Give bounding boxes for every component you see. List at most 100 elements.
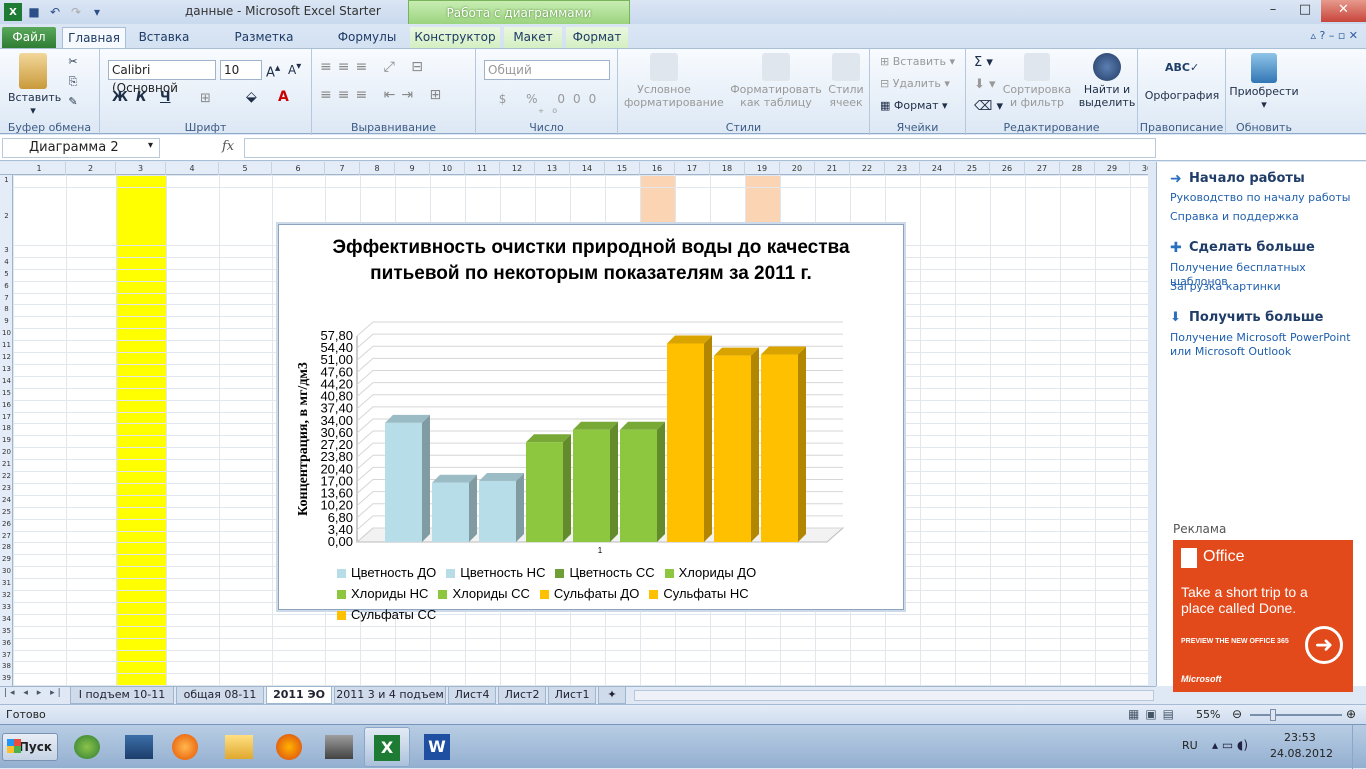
help-link[interactable]: Справка и поддержка [1170, 210, 1360, 224]
worksheet-grid[interactable]: 1 2 3 4 5 6 7 8 9 10 11 12 13 14 15 16 17 18 19 20 21 22 23 24 2… [0, 162, 1148, 686]
conditional-format-button[interactable]: Условное форматирование [624, 53, 724, 109]
underline-button[interactable]: Ч [160, 90, 171, 105]
customize-qa-icon[interactable]: ▾ [88, 3, 106, 21]
app-icon[interactable] [116, 727, 162, 767]
sort-filter-button[interactable]: Сортировка и фильтр [1002, 53, 1072, 109]
bold-button[interactable]: Ж [112, 90, 128, 105]
format-cells-button[interactable]: ▦ Формат ▾ [880, 99, 948, 112]
sheet-tab[interactable]: общая 08-11 [176, 687, 264, 704]
messenger-icon[interactable] [64, 727, 110, 767]
tab-format[interactable]: Формат [566, 27, 628, 48]
sheet-tab[interactable]: 2011 3 и 4 подъем [334, 687, 446, 704]
font-size-combo[interactable]: 10 [220, 60, 262, 80]
buy-button[interactable]: Приобрести ▾ [1228, 53, 1300, 111]
tab-design[interactable]: Конструктор [410, 27, 500, 48]
find-select-label: Найти и выделить [1078, 83, 1136, 109]
name-box-dropdown-icon[interactable]: ▾ [148, 140, 153, 151]
format-as-table-button[interactable]: Форматировать как таблицу [730, 53, 822, 109]
minimize-button[interactable]: – [1257, 0, 1289, 22]
cell-styles-button[interactable]: Стили ячеек [824, 53, 868, 109]
insert-function-button[interactable]: fx [222, 139, 234, 154]
tab-file[interactable]: Файл [2, 27, 56, 48]
redo-icon[interactable]: ↷ [67, 3, 85, 21]
firefox-icon[interactable] [266, 727, 312, 767]
new-sheet-icon[interactable]: ✦ [598, 687, 626, 704]
legend-swatch [555, 569, 565, 579]
clear-icon[interactable]: ⌫ ▾ [974, 99, 1003, 114]
copy-icon[interactable]: ⎘ [64, 75, 82, 89]
cut-icon[interactable]: ✂ [64, 55, 82, 68]
ad-banner[interactable]: Office Take a short trip to a place call… [1173, 540, 1353, 692]
format-painter-icon[interactable]: ✎ [64, 95, 82, 108]
maximize-button[interactable]: □ [1289, 0, 1321, 22]
clock-time[interactable]: 23:53 [1284, 731, 1316, 744]
borders-icon[interactable]: ⊞ [200, 91, 211, 106]
tab-formulas[interactable]: Формулы [332, 27, 402, 48]
excel-icon[interactable]: X [4, 3, 22, 21]
autosum-icon[interactable]: Σ ▾ [974, 55, 993, 70]
fill-color-icon[interactable]: ⬙ [246, 89, 257, 105]
number-format-combo[interactable]: Общий [484, 60, 610, 80]
sheet-tab[interactable]: Лист2 [498, 687, 546, 704]
zoom-in-icon[interactable]: ⊕ [1346, 707, 1356, 721]
align-horizontal-icons[interactable]: ≡≡≡ ⇤⇥ ⊞ [320, 87, 447, 103]
close-button[interactable]: ✕ [1321, 0, 1366, 22]
sheet-tab[interactable]: Лист1 [548, 687, 596, 704]
view-buttons-icons[interactable]: ▦▣▤ [1128, 707, 1180, 721]
find-select-button[interactable]: Найти и выделить [1076, 53, 1138, 109]
undo-icon[interactable]: ↶ [46, 3, 64, 21]
zoom-out-icon[interactable]: ⊖ [1232, 707, 1242, 721]
italic-button[interactable]: К [136, 90, 147, 105]
help-icon[interactable]: ▵ ? – ▫ ✕ [1310, 29, 1358, 42]
delete-cells-button[interactable]: ⊟ Удалить ▾ [880, 77, 950, 90]
zoom-slider[interactable] [1250, 714, 1342, 716]
spelling-button[interactable]: ABC✓ Орфография [1142, 53, 1222, 102]
grow-font-icon[interactable]: A▴ [266, 61, 280, 80]
start-button[interactable]: Пуск [2, 733, 58, 761]
sheet-tab[interactable]: Лист4 [448, 687, 496, 704]
language-indicator[interactable]: RU [1182, 739, 1198, 752]
show-desktop-button[interactable] [1352, 725, 1366, 769]
word-taskbar-icon[interactable]: W [414, 727, 460, 767]
tab-layout[interactable]: Макет [504, 27, 562, 48]
align-top-icons[interactable]: ≡≡≡ ⤢ ⊟ [320, 59, 429, 75]
tab-insert[interactable]: Вставка [132, 27, 196, 48]
formula-input[interactable] [244, 138, 1156, 158]
font-color-icon[interactable]: A [278, 89, 289, 105]
tab-page-layout[interactable]: Разметка страницы [202, 27, 326, 64]
font-name-combo[interactable]: Calibri (Основной [108, 60, 216, 95]
clipart-link[interactable]: Загрузка картинки [1170, 280, 1360, 294]
legend-swatch [337, 611, 346, 621]
horizontal-scrollbar[interactable] [634, 690, 1154, 701]
tray-icons[interactable]: ▴ ▭ ◖) [1212, 738, 1248, 752]
shrink-font-icon[interactable]: A▾ [288, 61, 301, 77]
sheet-tab-active[interactable]: 2011 ЭО [266, 687, 332, 704]
guide-link[interactable]: Руководство по началу работы [1170, 191, 1360, 205]
gridline [356, 333, 843, 349]
zoom-thumb[interactable] [1270, 709, 1276, 721]
chart[interactable]: Эффективность очистки природной воды до … [278, 224, 904, 622]
explorer-icon[interactable] [216, 727, 262, 767]
tab-home[interactable]: Главная [62, 27, 126, 48]
save-icon[interactable]: ■ [25, 3, 43, 21]
paste-button[interactable]: Вставить ▾ [8, 53, 61, 117]
gridline [66, 175, 67, 686]
gridline [356, 479, 843, 494]
name-box[interactable]: Диаграмма 2 [2, 138, 160, 158]
media-player-icon[interactable] [162, 727, 208, 767]
excel-taskbar-icon[interactable]: X [364, 727, 410, 767]
insert-cells-button[interactable]: ⊞ Вставить ▾ [880, 55, 955, 68]
column-header: 21 [815, 162, 850, 175]
clock-date[interactable]: 24.08.2012 [1270, 747, 1333, 760]
sheet-tab[interactable]: I подъем 10-11 [70, 687, 174, 704]
number-format-icons[interactable]: $ % 000 ⁺⁰ [486, 92, 617, 120]
bar-top [620, 421, 665, 430]
row-header: 26 [2, 519, 11, 528]
scanner-icon[interactable] [316, 727, 362, 767]
sheet-nav-icons[interactable]: |◂ ◂ ▸ ▸| [4, 688, 64, 698]
ad-cta: PREVIEW THE NEW OFFICE 365 [1181, 638, 1289, 645]
ad-label: Реклама [1173, 522, 1227, 536]
row-header: 3 [4, 245, 9, 254]
get-office-link[interactable]: Получение Microsoft PowerPoint или Micro… [1170, 331, 1360, 359]
fill-icon[interactable]: ⬇ ▾ [974, 77, 996, 92]
